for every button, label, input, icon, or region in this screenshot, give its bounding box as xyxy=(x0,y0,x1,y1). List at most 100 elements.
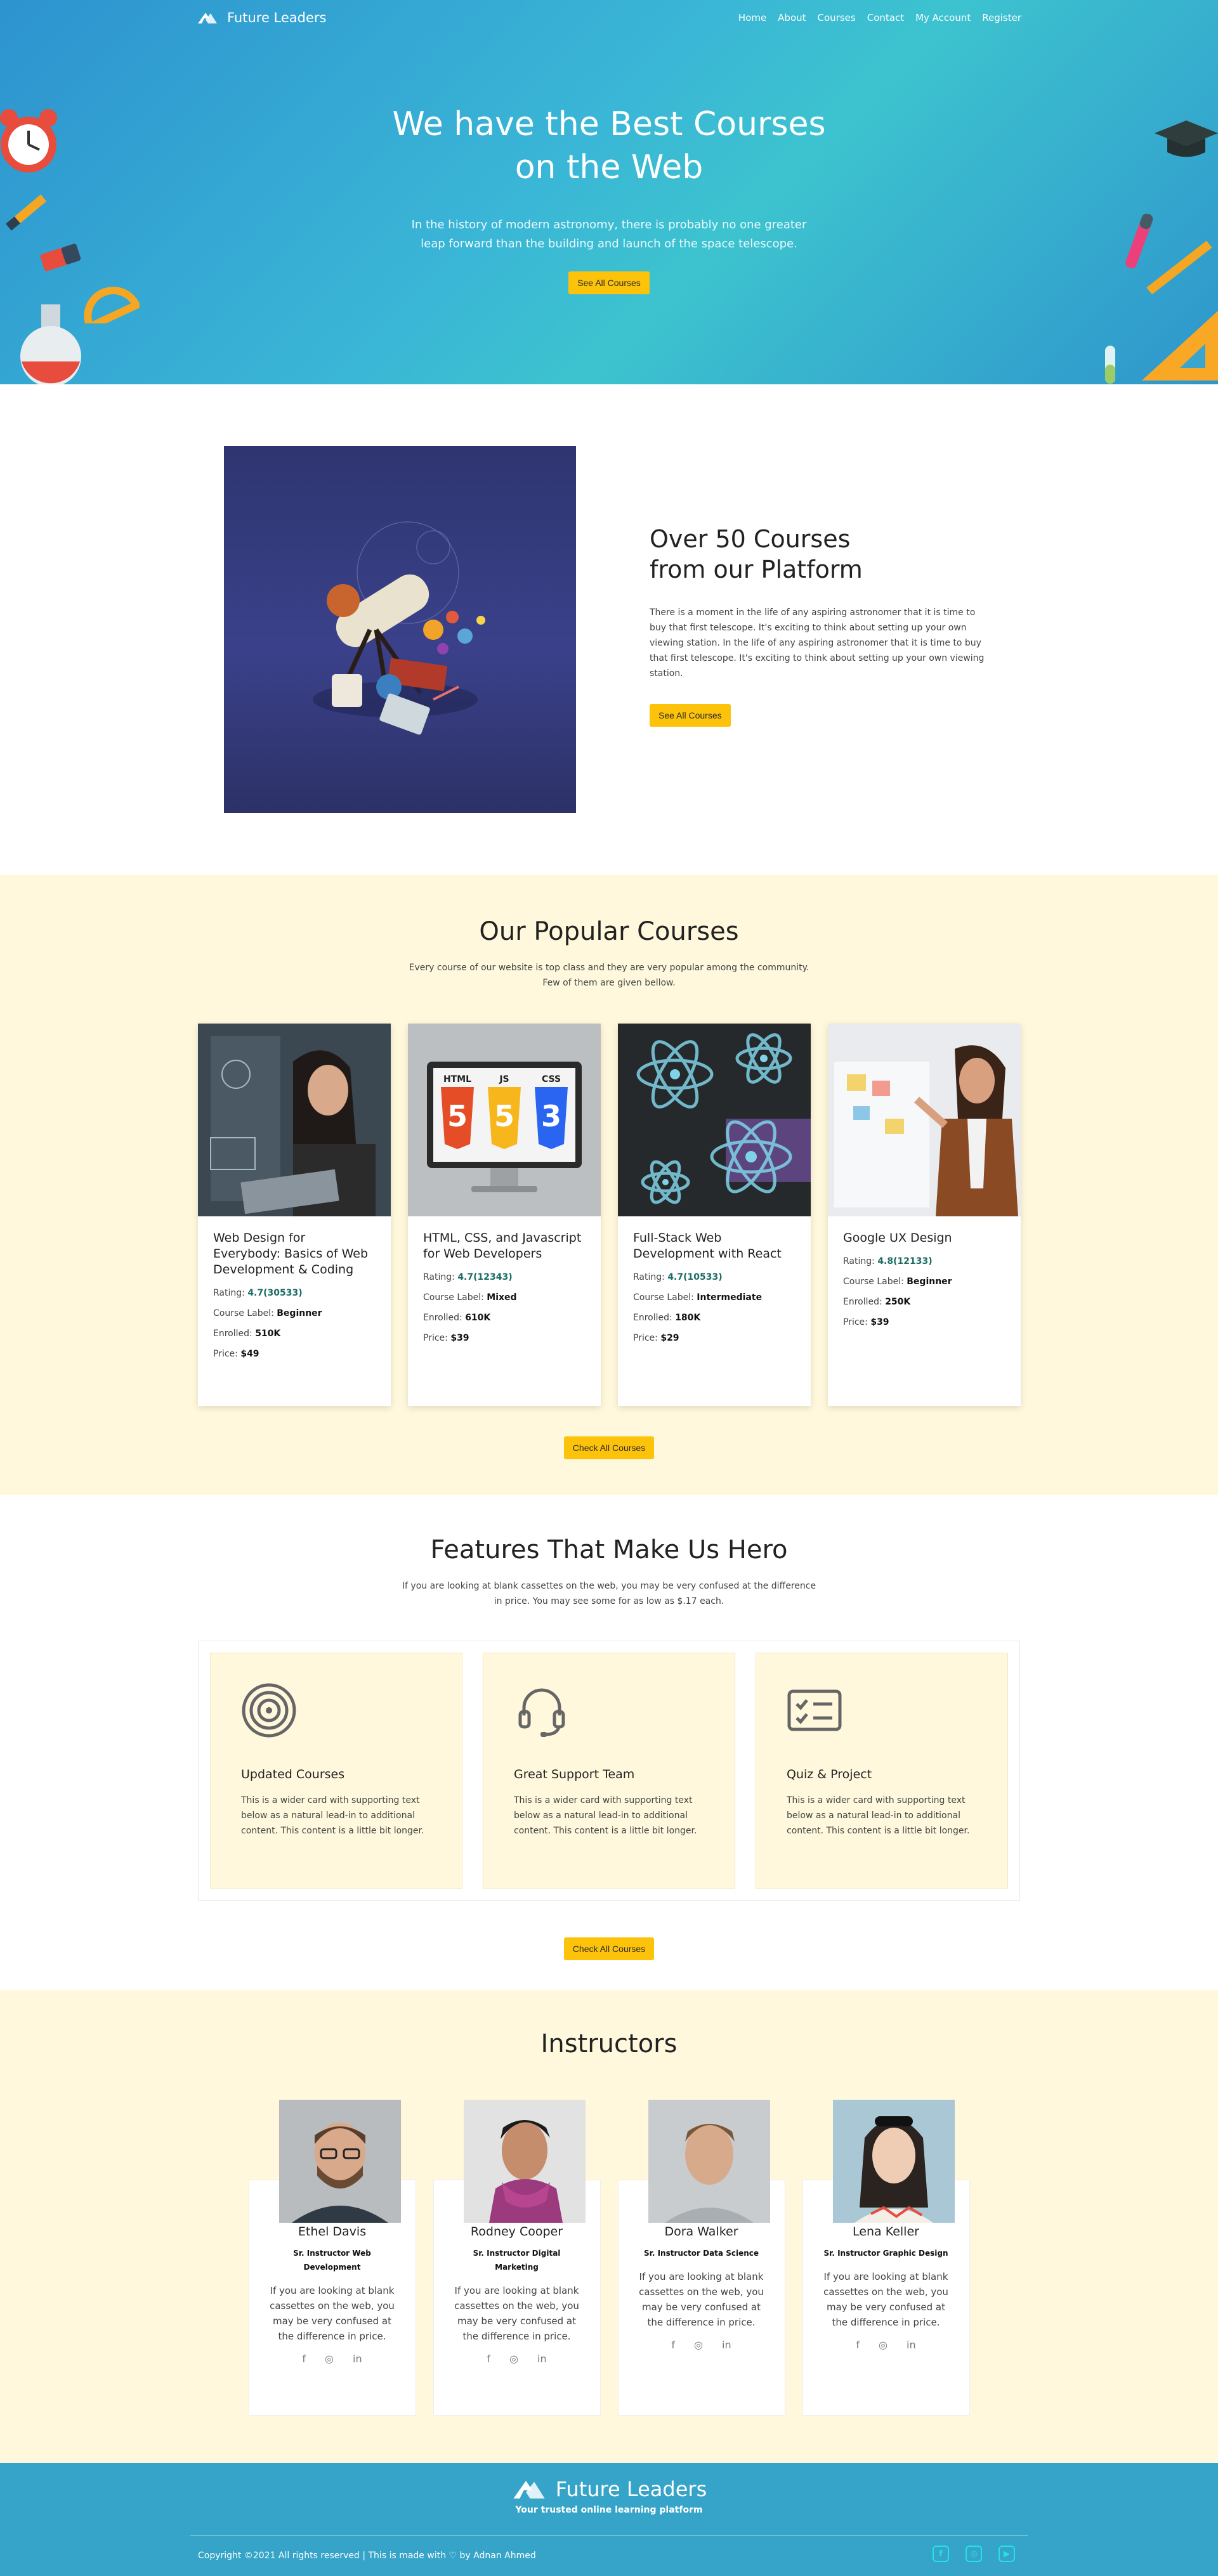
facebook-icon[interactable]: f xyxy=(856,2339,860,2351)
instructor-socials: f ◎ in xyxy=(249,2353,416,2365)
instructor-name: Dora Walker xyxy=(664,2225,738,2239)
footer-divider xyxy=(190,2535,1028,2536)
linkedin-icon[interactable]: in xyxy=(722,2339,731,2351)
course-card[interactable]: Google UX Design Rating: 4.8(12133) Cour… xyxy=(828,1024,1021,1406)
nav-my-account[interactable]: My Account xyxy=(915,12,971,23)
hero-section: We have the Best Courses on the Web In t… xyxy=(0,0,1218,384)
course-level: Course Label: Mixed xyxy=(423,1292,517,1303)
instructor-cards: Ethel Davis Sr. Instructor Web Developme… xyxy=(248,2100,970,2416)
facebook-icon[interactable]: f xyxy=(933,2546,949,2562)
course-enrolled: Enrolled: 610K xyxy=(423,1313,491,1323)
checklist-icon xyxy=(787,1689,842,1731)
instructor-card: Dora Walker Sr. Instructor Data Science … xyxy=(617,2100,785,2416)
nav-home[interactable]: Home xyxy=(738,12,766,23)
instructor-card: Ethel Davis Sr. Instructor Web Developme… xyxy=(248,2100,416,2416)
features-title: Features That Make Us Hero xyxy=(430,1535,788,1564)
instagram-icon[interactable]: ◎ xyxy=(694,2339,703,2351)
nav-register[interactable]: Register xyxy=(982,12,1021,23)
avatar xyxy=(463,2100,586,2223)
about-text: There is a moment in the life of any asp… xyxy=(650,608,985,679)
course-image-web-design xyxy=(198,1024,391,1216)
course-card[interactable]: Web Design for Everybody: Basics of Web … xyxy=(198,1024,391,1406)
brand-logo[interactable]: Future Leaders xyxy=(197,10,327,25)
course-title[interactable]: HTML, CSS, and Javascript for Web Develo… xyxy=(423,1230,586,1262)
course-card[interactable]: Full-Stack Web Development with React Ra… xyxy=(618,1024,811,1406)
facebook-icon[interactable]: f xyxy=(487,2353,490,2365)
course-rating: Rating: 4.7(12343) xyxy=(423,1272,513,1282)
feature-card: Great Support Team This is a wider card … xyxy=(483,1653,735,1889)
course-card[interactable]: HTML JS CSS 5 5 3 HTML, CSS, and Javascr… xyxy=(408,1024,601,1406)
features-subtitle: If you are looking at blank cassettes on… xyxy=(402,1581,816,1606)
ruler-triangle-icon xyxy=(1142,311,1218,381)
instructors-title: Instructors xyxy=(540,2029,678,2059)
about-see-all-courses-button[interactable]: See All Courses xyxy=(650,704,731,727)
course-title[interactable]: Web Design for Everybody: Basics of Web … xyxy=(213,1230,376,1278)
about-title: Over 50 Courses from our Platform xyxy=(650,524,992,585)
course-title[interactable]: Full-Stack Web Development with React xyxy=(633,1230,796,1262)
avatar xyxy=(648,2100,770,2223)
instructor-name: Rodney Cooper xyxy=(470,2225,563,2239)
main-menu: Home About Courses Contact My Account Re… xyxy=(738,12,1021,23)
instagram-icon[interactable]: ◎ xyxy=(509,2353,518,2365)
top-navbar: Future Leaders Home About Courses Contac… xyxy=(0,0,1218,36)
instructor-bio: If you are looking at blank cassettes on… xyxy=(639,2271,764,2328)
hero-title-line1: We have the Best Courses xyxy=(392,105,826,143)
popular-courses-title: Our Popular Courses xyxy=(479,917,739,946)
facebook-icon[interactable]: f xyxy=(302,2353,306,2365)
course-title[interactable]: Google UX Design xyxy=(843,1230,1005,1246)
features-grid: Updated Courses This is a wider card wit… xyxy=(198,1641,1020,1901)
avatar xyxy=(832,2100,955,2223)
nav-courses[interactable]: Courses xyxy=(818,12,856,23)
course-price: Price: $29 xyxy=(633,1333,679,1343)
linkedin-icon[interactable]: in xyxy=(537,2353,547,2365)
brand-name: Future Leaders xyxy=(227,10,327,25)
logo-icon xyxy=(513,2480,545,2499)
instructor-socials: f ◎ in xyxy=(434,2353,600,2365)
instructors-section: Instructors Ethel Davis Sr. Instructor W… xyxy=(0,1990,1218,2463)
course-image-html-css-js: HTML JS CSS 5 5 3 xyxy=(408,1024,601,1216)
feature-card: Quiz & Project This is a wider card with… xyxy=(756,1653,1008,1889)
instagram-icon[interactable]: ◎ xyxy=(325,2353,334,2365)
test-tube-icon xyxy=(1105,346,1115,384)
features-section: Features That Make Us Hero If you are lo… xyxy=(0,1495,1218,1990)
features-check-all-courses-button[interactable]: Check All Courses xyxy=(563,1937,655,1960)
footer-brand[interactable]: Future Leaders xyxy=(0,2463,1218,2501)
instructor-card: Lena Keller Sr. Instructor Graphic Desig… xyxy=(802,2100,970,2416)
course-price: Price: $39 xyxy=(843,1317,889,1327)
about-title-line1: Over 50 Courses xyxy=(650,525,851,553)
course-price: Price: $39 xyxy=(423,1333,469,1343)
course-level: Course Label: Intermediate xyxy=(633,1292,763,1303)
course-level: Course Label: Beginner xyxy=(843,1277,952,1287)
telescope-illustration xyxy=(224,446,576,813)
course-rating: Rating: 4.7(30533) xyxy=(213,1288,303,1298)
instructor-role: Sr. Instructor Digital Marketing xyxy=(473,2249,561,2272)
site-footer: Future Leaders Your trusted online learn… xyxy=(0,2463,1218,2576)
course-image-ux-design xyxy=(828,1024,1021,1216)
course-enrolled: Enrolled: 250K xyxy=(843,1297,911,1307)
instagram-icon[interactable]: ◎ xyxy=(966,2546,982,2562)
nav-about[interactable]: About xyxy=(778,12,806,23)
instructor-bio: If you are looking at blank cassettes on… xyxy=(270,2285,395,2342)
course-level: Course Label: Beginner xyxy=(213,1308,322,1318)
instructor-role: Sr. Instructor Web Development xyxy=(293,2249,371,2272)
feature-title: Quiz & Project xyxy=(787,1767,872,1781)
facebook-icon[interactable]: f xyxy=(671,2339,675,2351)
instructor-socials: f ◎ in xyxy=(619,2339,785,2351)
course-image-react xyxy=(618,1024,811,1216)
instructor-socials: f ◎ in xyxy=(803,2339,969,2351)
footer-copyright: Copyright ©2021 All rights reserved | Th… xyxy=(198,2551,536,2561)
feature-text: This is a wider card with supporting tex… xyxy=(787,1795,970,1836)
about-title-line2: from our Platform xyxy=(650,556,863,583)
instructor-name: Lena Keller xyxy=(853,2225,919,2239)
hero-see-all-courses-button[interactable]: See All Courses xyxy=(568,271,650,294)
check-all-courses-button[interactable]: Check All Courses xyxy=(563,1436,655,1459)
instagram-icon[interactable]: ◎ xyxy=(879,2339,887,2351)
nav-contact[interactable]: Contact xyxy=(867,12,904,23)
linkedin-icon[interactable]: in xyxy=(353,2353,362,2365)
course-rating: Rating: 4.8(12133) xyxy=(843,1256,933,1266)
about-section: Over 50 Courses from our Platform There … xyxy=(0,384,1218,875)
youtube-icon[interactable]: ▶ xyxy=(999,2546,1015,2562)
feature-card: Updated Courses This is a wider card wit… xyxy=(210,1653,462,1889)
course-enrolled: Enrolled: 180K xyxy=(633,1313,701,1323)
linkedin-icon[interactable]: in xyxy=(907,2339,916,2351)
